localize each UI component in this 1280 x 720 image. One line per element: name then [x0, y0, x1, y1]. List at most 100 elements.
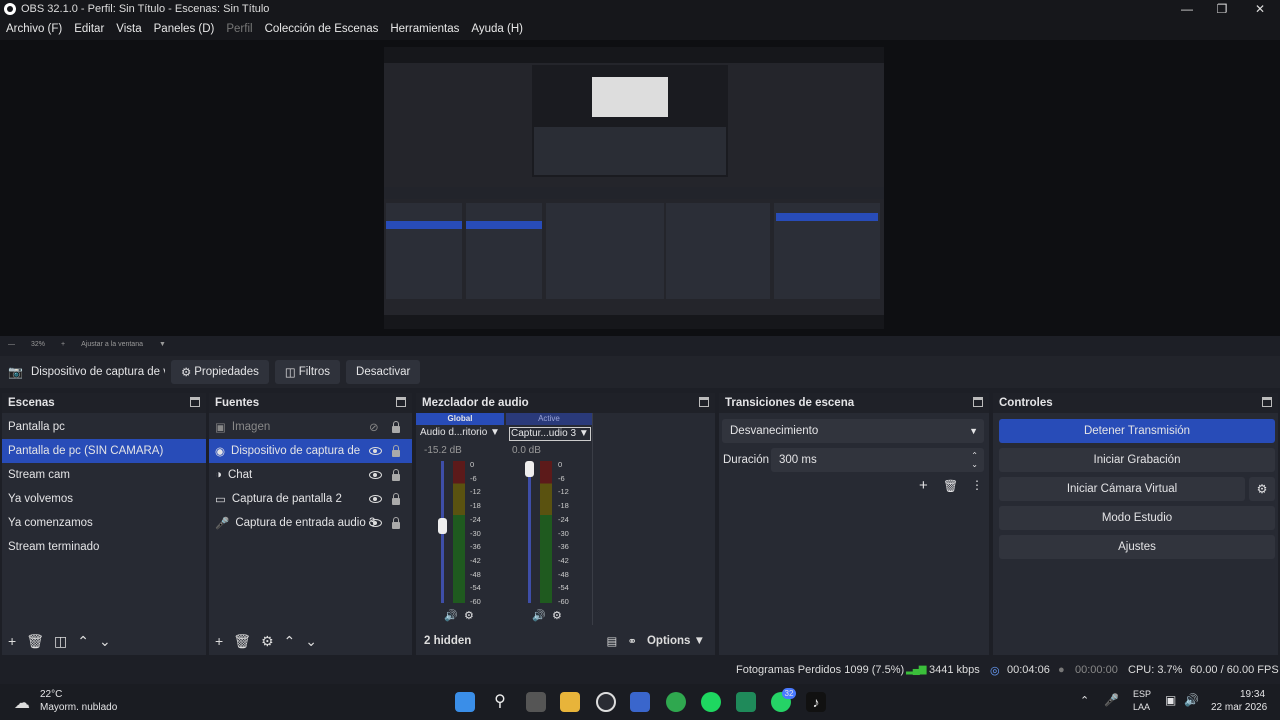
channel-2-select[interactable]: Captur...udio 3 ▼: [509, 427, 591, 441]
speaker-icon[interactable]: 🔊: [444, 609, 458, 622]
lock-icon[interactable]: [392, 421, 400, 433]
scene-item[interactable]: Ya volvemos: [2, 487, 206, 511]
link-icon[interactable]: ⚭: [627, 634, 637, 648]
maximize-icon[interactable]: ❐: [1205, 0, 1239, 18]
menu-herramientas[interactable]: Herramientas: [390, 23, 459, 35]
zoom-in-icon[interactable]: +: [61, 341, 65, 348]
menu-coleccion[interactable]: Colección de Escenas: [265, 23, 379, 35]
lock-icon[interactable]: [392, 445, 400, 457]
hidden-count[interactable]: 2 hidden: [424, 635, 471, 647]
popout-icon[interactable]: [190, 397, 200, 407]
eye-icon[interactable]: [369, 471, 382, 479]
tiktok-icon[interactable]: ♪: [806, 692, 826, 712]
eye-icon[interactable]: [369, 447, 382, 455]
add-icon[interactable]: +: [215, 633, 223, 649]
weather-icon[interactable]: ☁: [14, 693, 30, 713]
trash-icon[interactable]: 🗑: [26, 633, 44, 650]
minimize-icon[interactable]: —: [1170, 0, 1204, 18]
more-icon[interactable]: ⋮: [971, 478, 983, 492]
source-item[interactable]: ◑ Chat: [209, 463, 412, 487]
stop-stream-button[interactable]: Detener Transmisión: [999, 419, 1275, 443]
add-icon[interactable]: +: [8, 633, 16, 649]
studio-mode-button[interactable]: Modo Estudio: [999, 506, 1275, 530]
popout-icon[interactable]: [973, 397, 983, 407]
filter-icon[interactable]: ◫: [54, 633, 67, 650]
scene-item[interactable]: Pantalla pc: [2, 415, 206, 439]
menu-vista[interactable]: Vista: [116, 23, 141, 35]
scene-item[interactable]: Stream cam: [2, 463, 206, 487]
obs-taskbar-icon[interactable]: [596, 692, 616, 712]
menu-ayuda[interactable]: Ayuda (H): [471, 23, 523, 35]
language-2[interactable]: LAA: [1133, 702, 1150, 712]
network-icon[interactable]: ▣: [1165, 693, 1176, 707]
gear-icon[interactable]: ⚙: [1249, 477, 1275, 501]
tab-global[interactable]: Global: [416, 413, 504, 425]
language-1[interactable]: ESP: [1133, 689, 1151, 699]
channel-1-select[interactable]: Audio d...ritorio ▼: [420, 427, 504, 438]
scene-item[interactable]: Ya comenzamos: [2, 511, 206, 535]
filters-button[interactable]: ◫ Filtros: [274, 360, 341, 384]
duration-input[interactable]: 300 ms ⌃ ⌄: [771, 448, 984, 472]
chevron-up-icon[interactable]: ⌃: [77, 633, 89, 650]
eye-hidden-icon[interactable]: ⊘: [369, 420, 379, 434]
menu-archivo[interactable]: Archivo (F): [6, 23, 62, 35]
menu-paneles[interactable]: Paneles (D): [154, 23, 215, 35]
popout-icon[interactable]: [396, 397, 406, 407]
add-icon[interactable]: +: [919, 477, 928, 494]
scene-item[interactable]: Pantalla de pc (SIN CAMARA): [2, 439, 206, 463]
speaker-icon[interactable]: 🔊: [532, 609, 546, 622]
microphone-icon[interactable]: 🎤: [1104, 693, 1119, 707]
search-icon[interactable]: ⚲: [490, 692, 510, 712]
source-item[interactable]: 🎤 Captura de entrada audio 3: [209, 511, 412, 535]
chevron-down-icon[interactable]: ⌄: [305, 633, 317, 650]
menu-perfil[interactable]: Perfil: [226, 23, 252, 35]
settings-icon[interactable]: ⚙: [464, 609, 474, 622]
trash-icon[interactable]: 🗑: [943, 479, 958, 493]
eye-icon[interactable]: [369, 519, 382, 527]
chevron-down-icon[interactable]: ⌄: [99, 633, 111, 650]
lock-icon[interactable]: [392, 517, 400, 529]
source-item[interactable]: ◉ Dispositivo de captura de v: [209, 439, 412, 463]
channel-2-fader-knob[interactable]: [525, 461, 534, 477]
menu-editar[interactable]: Editar: [74, 23, 104, 35]
store-icon[interactable]: [630, 692, 650, 712]
lock-icon[interactable]: [392, 493, 400, 505]
chevron-up-icon[interactable]: ⌃: [284, 633, 296, 650]
properties-button[interactable]: ⚙ Propiedades: [170, 360, 269, 384]
clock-time[interactable]: 19:34: [1240, 689, 1265, 700]
transition-select[interactable]: Desvanecimiento ▼: [722, 419, 984, 443]
scene-item[interactable]: Stream terminado: [2, 535, 206, 559]
options-button[interactable]: Options ▼: [647, 635, 705, 647]
app-icon[interactable]: [736, 692, 756, 712]
source-item[interactable]: ▣ Imagen ⊘: [209, 415, 412, 439]
file-explorer-icon[interactable]: [560, 692, 580, 712]
windows-start-icon[interactable]: [455, 692, 475, 712]
tab-active[interactable]: Active: [506, 413, 592, 425]
popout-icon[interactable]: [699, 397, 709, 407]
spin-icon[interactable]: ⌃ ⌄: [971, 451, 978, 469]
zoom-out-icon[interactable]: —: [8, 341, 15, 348]
chevron-down-icon[interactable]: ▼: [159, 341, 166, 348]
lock-icon[interactable]: [392, 469, 400, 481]
gear-icon[interactable]: ⚙: [261, 633, 274, 650]
virtual-camera-button[interactable]: Iniciar Cámara Virtual: [999, 477, 1245, 501]
volume-icon[interactable]: 🔊: [1184, 693, 1199, 707]
chrome-icon[interactable]: [666, 692, 686, 712]
zoom-fit-select[interactable]: Ajustar a la ventana: [81, 341, 143, 348]
close-icon[interactable]: ✕: [1243, 0, 1277, 18]
source-item[interactable]: ▭ Captura de pantalla 2: [209, 487, 412, 511]
trash-icon[interactable]: 🗑: [233, 633, 251, 650]
start-record-button[interactable]: Iniciar Grabación: [999, 448, 1275, 472]
settings-button[interactable]: Ajustes: [999, 535, 1275, 559]
eye-icon[interactable]: [369, 495, 382, 503]
task-view-icon[interactable]: [526, 692, 546, 712]
popout-icon[interactable]: [1262, 397, 1272, 407]
clock-date[interactable]: 22 mar 2026: [1211, 702, 1267, 713]
spotify-icon[interactable]: [701, 692, 721, 712]
channel-2-fader[interactable]: [528, 461, 531, 603]
deactivate-button[interactable]: Desactivar: [346, 360, 421, 384]
channel-1-fader-knob[interactable]: [438, 517, 447, 534]
settings-icon[interactable]: ⚙: [552, 609, 562, 622]
layout-icon[interactable]: ▤: [606, 634, 617, 648]
chevron-up-icon[interactable]: ⌃: [1080, 694, 1089, 707]
